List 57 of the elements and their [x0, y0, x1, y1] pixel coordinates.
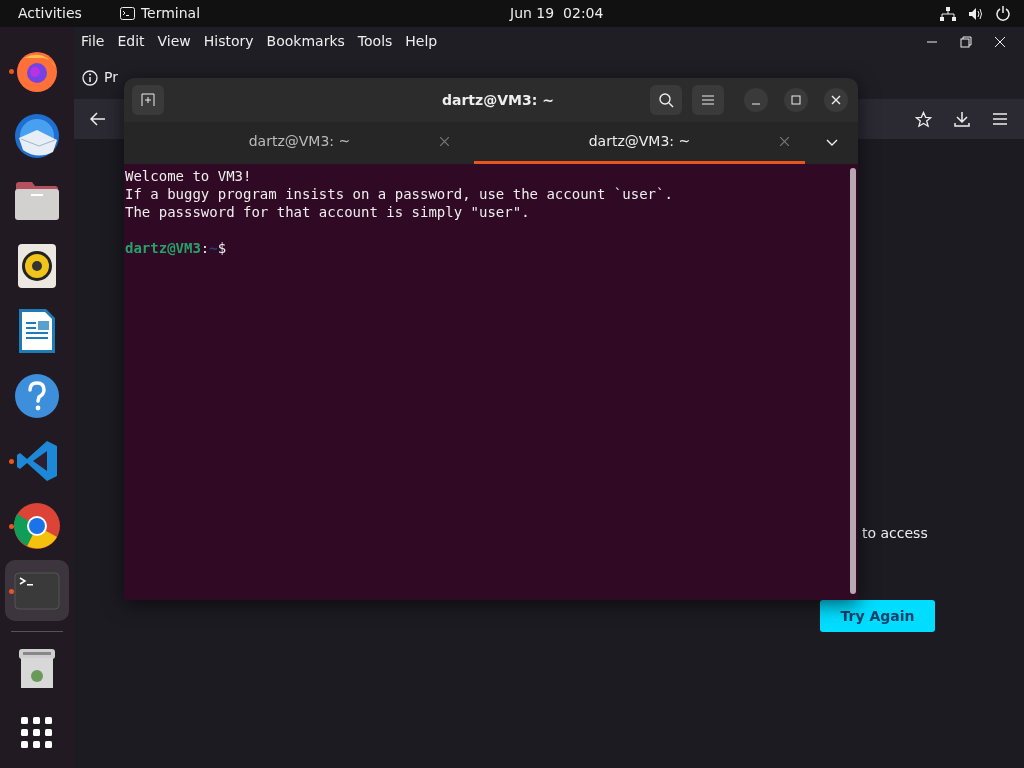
prompt-separator: :: [200, 239, 210, 257]
terminal-tab[interactable]: dartz@VM3: ~: [474, 122, 805, 164]
restore-icon[interactable]: [960, 35, 972, 48]
terminal-line: If a buggy program insists on a password, use the account `user`.: [125, 185, 674, 203]
close-icon: [831, 95, 841, 105]
minimize-button[interactable]: [744, 88, 768, 112]
prompt-symbol: $: [217, 239, 227, 257]
menu-item[interactable]: View: [157, 31, 191, 52]
speaker-icon: [18, 243, 56, 288]
help-icon: [14, 372, 60, 419]
menu-item[interactable]: File: [81, 31, 105, 52]
trash-icon: [18, 648, 56, 689]
maximize-icon: [791, 95, 801, 105]
prompt-user: dartz@VM3: [125, 239, 201, 257]
star-icon[interactable]: [915, 110, 932, 128]
window-title: dartz@VM3: ~: [442, 90, 554, 110]
activities-button[interactable]: Activities: [18, 3, 82, 24]
menu-item[interactable]: Help: [405, 31, 438, 52]
message-text: to access: [862, 524, 928, 543]
back-arrow-icon[interactable]: [90, 112, 106, 126]
download-icon[interactable]: [954, 111, 970, 127]
menu-item[interactable]: Tools: [357, 31, 393, 52]
power-icon[interactable]: [996, 6, 1010, 21]
menu-item[interactable]: Edit: [117, 31, 145, 52]
menu-button[interactable]: [692, 85, 724, 115]
menu-icon: [702, 95, 714, 105]
app-grid-icon: [21, 717, 53, 750]
terminal-icon: [14, 571, 60, 610]
volume-icon[interactable]: [968, 6, 984, 21]
browser-tab[interactable]: Pr: [82, 67, 118, 88]
menu-item[interactable]: History: [203, 31, 254, 52]
terminal-line: Welcome to VM3!: [125, 167, 253, 185]
scrollbar[interactable]: [850, 168, 856, 594]
new-tab-button[interactable]: [132, 85, 164, 115]
close-button[interactable]: [824, 88, 848, 112]
search-icon: [658, 92, 674, 108]
clock[interactable]: Jun 19 02:04: [510, 3, 604, 24]
info-icon: [82, 69, 98, 86]
new-tab-icon: [141, 93, 155, 107]
folder-icon: [14, 180, 60, 221]
menu-icon[interactable]: [992, 112, 1008, 126]
mail-icon: [13, 111, 61, 160]
network-icon[interactable]: [940, 6, 956, 21]
search-button[interactable]: [650, 85, 682, 115]
terminal-tab[interactable]: dartz@VM3: ~: [134, 122, 465, 164]
chevron-down-icon[interactable]: [825, 139, 838, 147]
prompt-path: ~: [209, 239, 218, 257]
terminal-icon: [119, 7, 135, 20]
menu-item[interactable]: Bookmarks: [266, 31, 345, 52]
try-again-button[interactable]: Try Again: [820, 600, 935, 632]
chrome-icon: [13, 501, 61, 550]
code-editor-icon: [15, 438, 59, 483]
minimize-icon: [751, 103, 761, 105]
terminal-line: The passsword for that account is simply "user".: [125, 203, 531, 221]
document-icon: [18, 307, 56, 354]
app-name[interactable]: Terminal: [140, 3, 201, 24]
maximize-button[interactable]: [784, 88, 808, 112]
